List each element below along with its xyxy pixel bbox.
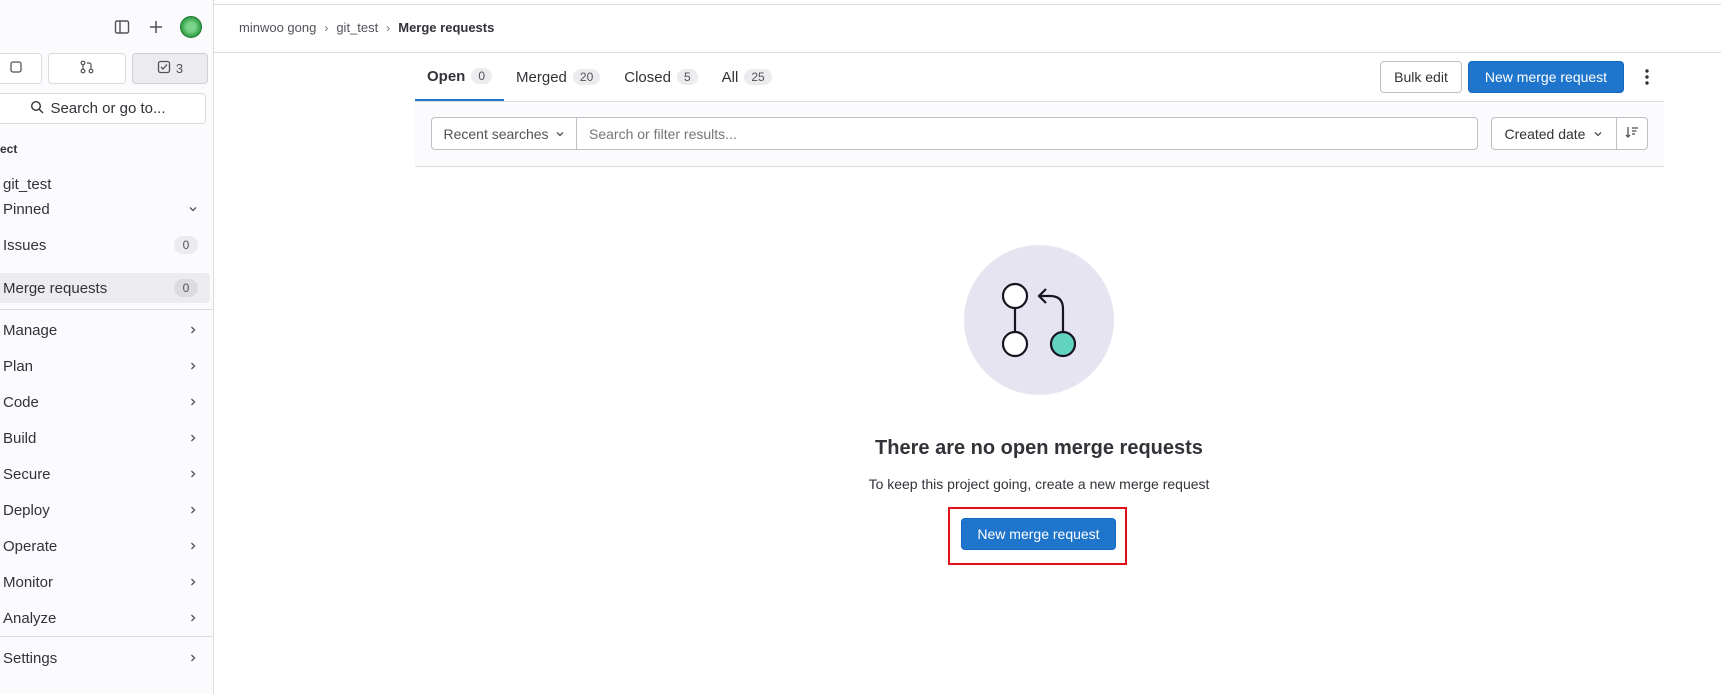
sidebar-item-label: Code	[3, 393, 39, 411]
sidebar-toggle-icon[interactable]	[112, 17, 132, 37]
sidebar-item-pinned[interactable]: Pinned	[0, 194, 210, 224]
issues-icon	[9, 60, 23, 77]
sort-label: Created date	[1504, 125, 1586, 142]
breadcrumb-current[interactable]: Merge requests	[398, 20, 494, 35]
sidebar-item-code[interactable]: Code	[0, 387, 210, 417]
tab-label: All	[721, 68, 739, 86]
sidebar-item-merge-requests[interactable]: Merge requests 0	[0, 273, 210, 303]
sidebar-item-build[interactable]: Build	[0, 423, 210, 453]
chevron-right-icon	[188, 394, 198, 410]
sidebar-item-label: Secure	[3, 465, 51, 483]
chevron-right-icon	[188, 502, 198, 518]
tab-open[interactable]: Open 0	[415, 53, 505, 101]
top-strip	[0, 0, 1721, 5]
todo-checkbox-icon	[157, 60, 171, 77]
sidebar-item-deploy[interactable]: Deploy	[0, 495, 210, 525]
plus-icon[interactable]	[146, 17, 166, 37]
sidebar-item-operate[interactable]: Operate	[0, 531, 210, 561]
chevron-down-icon	[1593, 126, 1603, 142]
sort-lowest-icon	[1625, 125, 1639, 142]
sidebar-item-label: Manage	[3, 321, 58, 339]
tab-count: 5	[676, 69, 698, 85]
tab-all[interactable]: All 25	[710, 53, 784, 101]
tab-label: Merged	[516, 68, 567, 86]
sidebar-project-name[interactable]: git_test	[3, 176, 51, 193]
sidebar-item-label: Analyze	[3, 609, 57, 627]
sidebar-item-label: Pinned	[3, 200, 50, 218]
sidebar-item-secure[interactable]: Secure	[0, 459, 210, 489]
empty-state-illustration	[964, 245, 1114, 395]
todos-counter-button[interactable]: 3	[132, 53, 208, 84]
filter-bar: Recent searches Created date	[415, 102, 1664, 167]
empty-state-description: To keep this project going, create a new…	[868, 476, 1210, 492]
sidebar-item-label: Build	[3, 429, 37, 447]
tab-label: Open	[427, 67, 466, 85]
sidebar-counters: 3	[0, 53, 208, 84]
recent-searches-label: Recent searches	[443, 125, 549, 142]
merge-requests-counter-button[interactable]	[48, 53, 126, 84]
tab-label: Closed	[624, 68, 671, 86]
issues-counter-button[interactable]	[0, 53, 42, 84]
sidebar-item-issues[interactable]: Issues 0	[0, 230, 210, 260]
sidebar-section-title: ect	[0, 142, 18, 156]
chevron-right-icon: ›	[386, 20, 391, 35]
avatar[interactable]	[180, 16, 202, 38]
tab-count: 20	[572, 69, 601, 85]
sidebar-item-label: Deploy	[3, 501, 50, 519]
merge-requests-count-badge: 0	[174, 279, 198, 297]
recent-searches-dropdown[interactable]: Recent searches	[431, 117, 577, 150]
more-actions-icon[interactable]	[1640, 64, 1654, 90]
breadcrumb: minwoo gong › git_test › Merge requests	[239, 20, 494, 35]
sidebar: 3 Search or go to... ect git_test Pinned…	[0, 0, 214, 694]
highlight-box: New merge request	[948, 507, 1127, 565]
sidebar-item-label: Plan	[3, 357, 34, 375]
chevron-right-icon	[188, 538, 198, 554]
chevron-right-icon	[188, 466, 198, 482]
bulk-edit-button[interactable]: Bulk edit	[1380, 61, 1462, 93]
sort-direction-button[interactable]	[1616, 117, 1648, 150]
breadcrumb-user[interactable]: minwoo gong	[239, 20, 316, 35]
chevron-down-icon	[188, 201, 198, 217]
search-icon	[30, 100, 44, 118]
sidebar-item-plan[interactable]: Plan	[0, 351, 210, 381]
sidebar-item-analyze[interactable]: Analyze	[0, 603, 210, 633]
issues-count-badge: 0	[174, 236, 198, 254]
tab-count: 25	[744, 69, 772, 85]
chevron-right-icon	[188, 430, 198, 446]
sidebar-item-settings[interactable]: Settings	[0, 643, 210, 673]
tab-closed[interactable]: Closed 5	[612, 53, 709, 101]
sidebar-top-actions	[112, 16, 202, 38]
sidebar-item-label: Monitor	[3, 573, 54, 591]
sidebar-divider	[0, 309, 213, 310]
sidebar-item-label: Issues	[3, 236, 47, 254]
chevron-right-icon	[188, 610, 198, 626]
empty-state-title: There are no open merge requests	[875, 437, 1203, 459]
merge-request-illustration-icon	[1001, 282, 1077, 358]
sidebar-item-monitor[interactable]: Monitor	[0, 567, 210, 597]
chevron-down-icon	[555, 126, 565, 142]
sidebar-search-label: Search or go to...	[50, 100, 166, 117]
chevron-right-icon	[188, 650, 198, 666]
sort-dropdown[interactable]: Created date	[1491, 117, 1617, 150]
sidebar-divider	[0, 636, 213, 637]
sidebar-item-label: Operate	[3, 537, 58, 555]
filter-search-input[interactable]	[577, 117, 1478, 150]
tab-merged[interactable]: Merged 20	[504, 53, 612, 101]
todos-count: 3	[175, 61, 184, 76]
mr-state-tabs: Open 0 Merged 20 Closed 5 All 25	[415, 53, 784, 102]
sidebar-item-label: Merge requests	[3, 279, 108, 297]
new-merge-request-button[interactable]: New merge request	[1468, 61, 1624, 93]
merge-request-icon	[80, 60, 94, 77]
chevron-right-icon	[188, 322, 198, 338]
sidebar-item-manage[interactable]: Manage	[0, 315, 210, 345]
chevron-right-icon	[188, 358, 198, 374]
tab-count: 0	[471, 68, 493, 84]
sidebar-item-label: Settings	[3, 649, 58, 667]
empty-state-new-merge-request-button[interactable]: New merge request	[961, 518, 1116, 550]
breadcrumb-project[interactable]: git_test	[336, 20, 378, 35]
chevron-right-icon: ›	[324, 20, 329, 35]
chevron-right-icon	[188, 574, 198, 590]
sidebar-search-button[interactable]: Search or go to...	[0, 93, 206, 124]
